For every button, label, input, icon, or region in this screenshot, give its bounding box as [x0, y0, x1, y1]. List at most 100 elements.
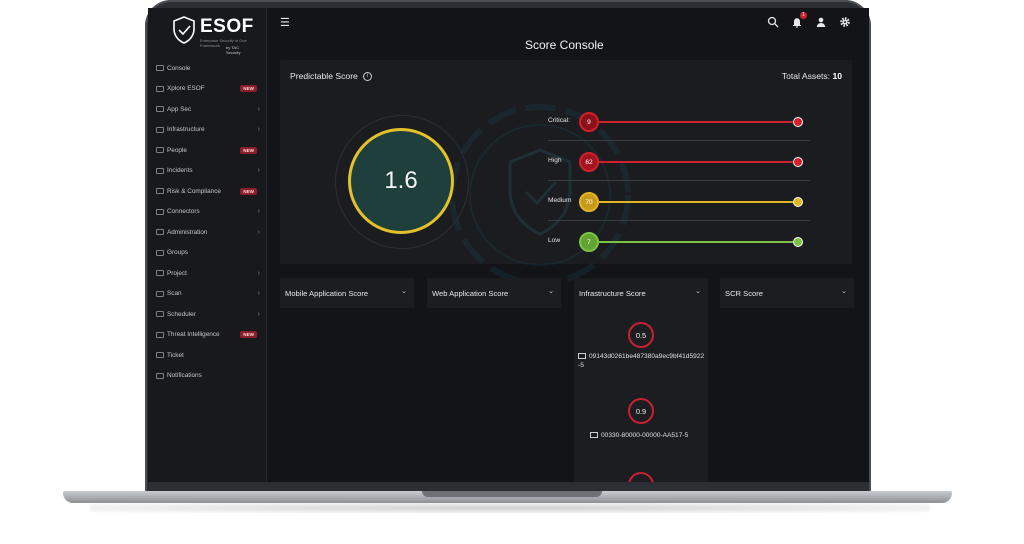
chevron-right-icon[interactable]: ›	[258, 290, 260, 297]
hamburger-menu-icon[interactable]: ☰	[280, 16, 290, 29]
info-icon[interactable]: i	[363, 72, 373, 82]
sidebar-item-label: Scheduler	[167, 310, 196, 318]
predictable-score-value: 1.6	[384, 167, 418, 194]
sidebar-item-compliance[interactable]: Risk & Compliance NEW	[148, 181, 266, 202]
severity-bar-end	[793, 197, 803, 207]
chevron-right-icon[interactable]: ›	[258, 208, 260, 215]
sidebar-item-scan[interactable]: Scan ›	[148, 284, 266, 305]
sidebar-item-notifications[interactable]: Notifications	[148, 366, 266, 387]
chevron-down-icon[interactable]: ⌄	[841, 287, 847, 295]
ticket-icon	[156, 352, 164, 359]
infrastructure-asset-id-text: 09143d0261be487380a9ec9bf41d5922-5	[578, 353, 705, 369]
sidebar-item-label: Xplore ESOF	[167, 85, 205, 93]
laptop-notch	[422, 491, 602, 497]
severity-row[interactable]: Low 7	[548, 232, 810, 252]
severity-bar-end	[793, 237, 803, 247]
sidebar-item-project[interactable]: Project ›	[148, 263, 266, 284]
new-badge: NEW	[240, 187, 257, 195]
sidebar-item-threat[interactable]: Threat Intelligence NEW	[148, 325, 266, 346]
infrastructure-score-card[interactable]: Infrastructure Score ⌄	[574, 278, 708, 308]
server-icon	[590, 432, 598, 439]
project-icon	[156, 270, 164, 277]
sidebar-item-connectors[interactable]: Connectors ›	[148, 202, 266, 223]
server-icon	[578, 353, 586, 360]
sidebar-item-label: People	[167, 146, 187, 154]
severity-divider	[548, 140, 810, 141]
connectors-icon	[156, 208, 164, 215]
severity-row[interactable]: High 62	[548, 152, 810, 172]
total-assets-value: 10	[832, 71, 842, 81]
severity-row[interactable]: Critical: 9	[548, 112, 810, 132]
brand-name: ESOF	[200, 16, 254, 37]
sidebar-item-groups[interactable]: Groups	[148, 243, 266, 264]
sidebar-item-label: Notifications	[167, 372, 202, 380]
web-application-score-card[interactable]: Web Application Score ⌄	[427, 278, 561, 308]
chevron-down-icon[interactable]: ⌄	[548, 287, 554, 295]
predictable-score-label: Predictable Score	[290, 71, 358, 81]
bell-icon[interactable]: 1	[791, 12, 807, 28]
severity-bar	[599, 241, 795, 243]
severity-bar	[599, 121, 795, 123]
severity-count-badge: 7	[579, 232, 599, 252]
sidebar-item-administration[interactable]: Administration ›	[148, 222, 266, 243]
people-icon	[156, 147, 164, 154]
groups-icon	[156, 249, 164, 256]
sidebar-item-label: Administration	[167, 228, 208, 236]
sidebar-item-appsec[interactable]: App Sec ›	[148, 99, 266, 120]
chevron-right-icon[interactable]: ›	[258, 229, 260, 236]
infrastructure-asset-id: 09143d0261be487380a9ec9bf41d5922-5	[578, 352, 706, 370]
severity-divider	[548, 180, 810, 181]
sidebar-item-label: Risk & Compliance	[167, 187, 221, 195]
infrastructure-score-ring: 0.5	[628, 322, 654, 348]
scr-score-card[interactable]: SCR Score ⌄	[720, 278, 854, 308]
chevron-down-icon[interactable]: ⌄	[401, 287, 407, 295]
sidebar-item-incidents[interactable]: Incidents ›	[148, 161, 266, 182]
infrastructure-score-ring: 1.9	[628, 472, 654, 482]
sidebar-item-scheduler[interactable]: Scheduler ›	[148, 304, 266, 325]
chevron-right-icon[interactable]: ›	[258, 311, 260, 318]
severity-bar	[599, 161, 795, 163]
scan-icon	[156, 290, 164, 297]
infrastructure-score-ring: 0.9	[628, 398, 654, 424]
new-badge: NEW	[240, 331, 257, 339]
card-title: Web Application Score	[432, 289, 509, 298]
sidebar-item-ticket[interactable]: Ticket	[148, 345, 266, 366]
sidebar-item-label: Ticket	[167, 351, 184, 359]
total-assets: Total Assets: 10	[782, 71, 842, 81]
new-badge: NEW	[240, 146, 257, 154]
mobile-application-score-card[interactable]: Mobile Application Score ⌄	[280, 278, 414, 308]
chevron-down-icon[interactable]: ⌄	[695, 287, 701, 295]
sidebar-item-label: Project	[167, 269, 187, 277]
search-icon[interactable]	[767, 16, 779, 28]
sidebar-item-label: Threat Intelligence	[167, 331, 220, 339]
sidebar-item-console[interactable]: Console	[148, 58, 266, 79]
sidebar-item-infrastructure[interactable]: Infrastructure ›	[148, 120, 266, 141]
sidebar: ESOF Enterprise Security in One Framewor…	[148, 8, 267, 482]
gear-icon[interactable]	[839, 16, 851, 28]
notifications-icon	[156, 372, 164, 379]
card-title: Infrastructure Score	[579, 289, 646, 298]
brand-logo[interactable]: ESOF Enterprise Security in One Framewor…	[172, 16, 254, 55]
user-icon[interactable]	[815, 16, 827, 28]
card-title: SCR Score	[725, 289, 763, 298]
infrastructure-icon	[156, 126, 164, 133]
page-title: Score Console	[525, 38, 604, 52]
compliance-icon	[156, 188, 164, 195]
severity-bar	[599, 201, 795, 203]
severity-label: High	[548, 157, 562, 164]
chevron-right-icon[interactable]: ›	[258, 167, 260, 174]
threat-icon	[156, 331, 164, 338]
predictable-score-panel: Predictable Score i Total Assets: 10 1.6…	[280, 60, 852, 286]
explore-icon	[156, 85, 164, 92]
chevron-right-icon[interactable]: ›	[258, 126, 260, 133]
predictable-score-ring: 1.6	[348, 128, 454, 234]
sidebar-item-explore[interactable]: Xplore ESOF NEW	[148, 79, 266, 100]
chevron-right-icon[interactable]: ›	[258, 106, 260, 113]
severity-row[interactable]: Medium 70	[548, 192, 810, 212]
sidebar-item-people[interactable]: People NEW	[148, 140, 266, 161]
infrastructure-asset-id-text: 00330-80000-00000-AA517-5	[601, 432, 689, 439]
severity-count-badge: 9	[579, 112, 599, 132]
severity-count-badge: 70	[579, 192, 599, 212]
chevron-right-icon[interactable]: ›	[258, 270, 260, 277]
sidebar-item-label: Groups	[167, 249, 188, 257]
